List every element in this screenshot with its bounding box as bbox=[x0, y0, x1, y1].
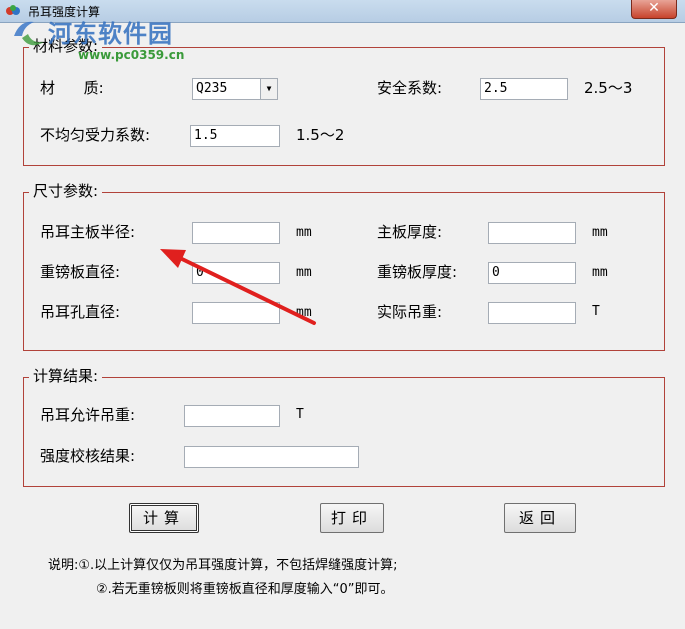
check-result-output[interactable] bbox=[184, 446, 359, 468]
doubler-diameter-unit: mm bbox=[296, 265, 312, 280]
actual-load-unit: T bbox=[592, 304, 600, 319]
safety-factor-input[interactable]: 2.5 bbox=[480, 78, 568, 100]
safety-factor-range: 2.5～3 bbox=[584, 79, 633, 97]
result-group bbox=[23, 377, 665, 487]
safety-factor-label: 安全系数: bbox=[377, 79, 443, 97]
check-result-label: 强度校核结果: bbox=[40, 447, 136, 465]
uneven-factor-input[interactable]: 1.5 bbox=[190, 125, 280, 147]
doubler-thickness-label: 重镑板厚度: bbox=[377, 263, 458, 281]
material-label: 材 质: bbox=[40, 79, 104, 97]
uneven-factor-label: 不均匀受力系数: bbox=[40, 126, 151, 144]
allowed-load-output[interactable] bbox=[184, 405, 280, 427]
main-thickness-unit: mm bbox=[592, 225, 608, 240]
main-thickness-label: 主板厚度: bbox=[377, 223, 443, 241]
allowed-load-label: 吊耳允许吊重: bbox=[40, 406, 136, 424]
note-line-2: ②.若无重镑板则将重镑板直径和厚度输入“0”即可。 bbox=[96, 582, 394, 597]
hole-diameter-input[interactable] bbox=[192, 302, 280, 324]
main-radius-input[interactable] bbox=[192, 222, 280, 244]
close-icon: ✕ bbox=[648, 0, 660, 16]
print-button[interactable]: 打印 bbox=[320, 503, 384, 533]
dropdown-arrow-icon[interactable]: ▼ bbox=[260, 79, 277, 99]
main-radius-unit: mm bbox=[296, 225, 312, 240]
uneven-factor-range: 1.5～2 bbox=[296, 126, 345, 144]
app-icon bbox=[6, 5, 20, 15]
calculate-button[interactable]: 计算 bbox=[129, 503, 199, 533]
material-params-group bbox=[23, 47, 665, 166]
actual-load-input[interactable] bbox=[488, 302, 576, 324]
doubler-diameter-input[interactable]: 0 bbox=[192, 262, 280, 284]
main-radius-label: 吊耳主板半径: bbox=[40, 223, 136, 241]
close-button[interactable]: ✕ bbox=[631, 0, 677, 19]
doubler-thickness-unit: mm bbox=[592, 265, 608, 280]
doubler-thickness-input[interactable]: 0 bbox=[488, 262, 576, 284]
material-select-value: Q235 bbox=[196, 81, 228, 96]
back-button[interactable]: 返回 bbox=[504, 503, 576, 533]
hole-diameter-unit: mm bbox=[296, 305, 312, 320]
note-line-1: 说明:①.以上计算仅仅为吊耳强度计算，不包括焊缝强度计算; bbox=[48, 558, 398, 573]
main-thickness-input[interactable] bbox=[488, 222, 576, 244]
window-title: 吊耳强度计算 bbox=[28, 5, 101, 19]
window-titlebar: 吊耳强度计算 ✕ bbox=[0, 0, 685, 23]
allowed-load-unit: T bbox=[296, 407, 304, 422]
material-select[interactable]: Q235 ▼ bbox=[192, 78, 278, 100]
doubler-diameter-label: 重镑板直径: bbox=[40, 263, 121, 281]
size-params-title: 尺寸参数: bbox=[29, 182, 103, 200]
result-title: 计算结果: bbox=[29, 367, 103, 385]
hole-diameter-label: 吊耳孔直径: bbox=[40, 303, 121, 321]
material-params-title: 材料参数: bbox=[29, 37, 103, 55]
actual-load-label: 实际吊重: bbox=[377, 303, 443, 321]
